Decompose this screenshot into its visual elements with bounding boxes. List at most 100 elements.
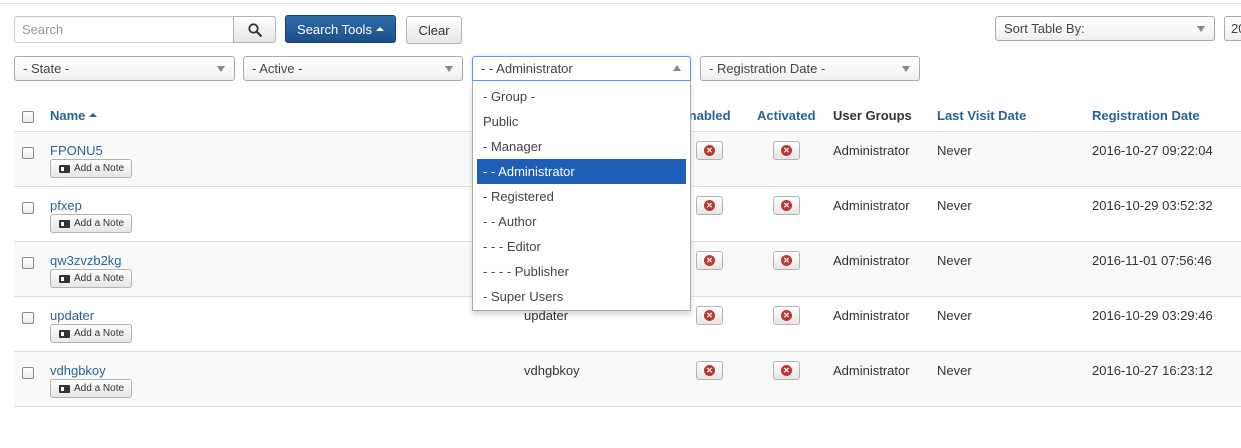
filter-active-value: - Active - xyxy=(252,61,303,76)
column-header-last-visit[interactable]: Last Visit Date xyxy=(937,108,1026,123)
clear-label: Clear xyxy=(418,22,450,38)
add-note-label: Add a Note xyxy=(74,163,125,174)
column-header-user-groups: User Groups xyxy=(833,108,912,123)
column-header-name[interactable]: Name xyxy=(50,108,98,123)
close-icon: ✕ xyxy=(704,365,715,376)
activated-toggle[interactable]: ✕ xyxy=(773,196,800,215)
user-group-cell: Administrator xyxy=(833,253,910,268)
column-header-activated[interactable]: Activated xyxy=(757,108,816,123)
add-note-label: Add a Note xyxy=(74,328,125,339)
add-note-button[interactable]: Add a Note xyxy=(50,269,133,288)
list-limit-select[interactable]: 20 xyxy=(1224,16,1241,41)
registration-date-cell: 2016-11-01 07:56:46 xyxy=(1092,253,1212,268)
sort-asc-icon xyxy=(89,113,98,117)
search-tools-button[interactable]: Search Tools xyxy=(285,15,396,43)
note-icon xyxy=(59,384,70,393)
activated-toggle[interactable]: ✕ xyxy=(773,141,800,160)
table-row: vdhgbkoy Add a Note vdhgbkoy ✕ ✕ Adminis… xyxy=(14,352,1241,407)
filter-active-select[interactable]: - Active - xyxy=(243,56,463,81)
activated-toggle[interactable]: ✕ xyxy=(773,361,800,380)
search-input[interactable] xyxy=(14,16,234,43)
column-header-name-label: Name xyxy=(50,108,86,123)
user-group-cell: Administrator xyxy=(833,363,910,378)
list-limit-value: 20 xyxy=(1231,21,1241,36)
close-icon: ✕ xyxy=(704,255,715,266)
row-checkbox[interactable] xyxy=(22,312,34,324)
close-icon: ✕ xyxy=(704,145,715,156)
filter-group-select[interactable]: - - Administrator xyxy=(472,56,691,81)
registration-date-cell: 2016-10-29 03:52:32 xyxy=(1092,198,1213,213)
last-visit-cell: Never xyxy=(937,363,972,378)
row-checkbox[interactable] xyxy=(22,257,34,269)
last-visit-cell: Never xyxy=(937,198,972,213)
search-icon xyxy=(247,22,262,37)
add-note-button[interactable]: Add a Note xyxy=(50,324,133,343)
chevron-up-icon xyxy=(673,65,681,71)
group-option[interactable]: - - - - Publisher xyxy=(477,259,686,284)
filter-group-value: - - Administrator xyxy=(481,61,573,76)
last-visit-cell: Never xyxy=(937,253,972,268)
search-button[interactable] xyxy=(233,16,276,43)
row-checkbox[interactable] xyxy=(22,202,34,214)
close-icon: ✕ xyxy=(704,310,715,321)
note-icon xyxy=(59,164,70,173)
filter-state-select[interactable]: - State - xyxy=(14,56,235,81)
enabled-toggle[interactable]: ✕ xyxy=(696,361,723,380)
row-checkbox[interactable] xyxy=(22,147,34,159)
enabled-toggle[interactable]: ✕ xyxy=(696,306,723,325)
group-option[interactable]: - Registered xyxy=(477,184,686,209)
group-option[interactable]: - - Author xyxy=(477,209,686,234)
chevron-down-icon xyxy=(1197,26,1205,32)
note-icon xyxy=(59,274,70,283)
user-name-link[interactable]: vdhgbkoy xyxy=(50,363,106,378)
last-visit-cell: Never xyxy=(937,308,972,323)
last-visit-cell: Never xyxy=(937,143,972,158)
activated-toggle[interactable]: ✕ xyxy=(773,306,800,325)
search-tools-label: Search Tools xyxy=(297,21,372,37)
note-icon xyxy=(59,219,70,228)
close-icon: ✕ xyxy=(781,310,792,321)
sort-table-select[interactable]: Sort Table By: xyxy=(995,16,1215,41)
add-note-label: Add a Note xyxy=(74,218,125,229)
user-name-link[interactable]: pfxep xyxy=(50,198,82,213)
activated-toggle[interactable]: ✕ xyxy=(773,251,800,270)
close-icon: ✕ xyxy=(704,200,715,211)
group-option[interactable]: - Group - xyxy=(477,84,686,109)
column-header-registration[interactable]: Registration Date xyxy=(1092,108,1200,123)
select-all-checkbox[interactable] xyxy=(22,111,34,123)
username-cell: vdhgbkoy xyxy=(524,363,580,378)
user-name-link[interactable]: updater xyxy=(50,308,94,323)
filter-registration-select[interactable]: - Registration Date - xyxy=(700,56,920,81)
row-checkbox[interactable] xyxy=(22,367,34,379)
clear-button[interactable]: Clear xyxy=(406,16,462,44)
group-option[interactable]: - - Administrator xyxy=(477,159,686,184)
filter-state-value: - State - xyxy=(23,61,70,76)
add-note-button[interactable]: Add a Note xyxy=(50,379,133,398)
user-group-cell: Administrator xyxy=(833,308,910,323)
add-note-button[interactable]: Add a Note xyxy=(50,159,133,178)
chevron-down-icon xyxy=(445,66,453,72)
group-option[interactable]: - Super Users xyxy=(477,284,686,309)
registration-date-cell: 2016-10-29 03:29:46 xyxy=(1092,308,1213,323)
user-group-cell: Administrator xyxy=(833,143,910,158)
enabled-toggle[interactable]: ✕ xyxy=(696,196,723,215)
close-icon: ✕ xyxy=(781,365,792,376)
user-name-link[interactable]: FPONU5 xyxy=(50,143,103,158)
registration-date-cell: 2016-10-27 09:22:04 xyxy=(1092,143,1213,158)
group-option[interactable]: - Manager xyxy=(477,134,686,159)
close-icon: ✕ xyxy=(781,255,792,266)
caret-up-icon xyxy=(375,27,384,31)
group-option[interactable]: - - - Editor xyxy=(477,234,686,259)
group-option[interactable]: Public xyxy=(477,109,686,134)
add-note-label: Add a Note xyxy=(74,273,125,284)
group-dropdown-menu: - Group - Public - Manager - - Administr… xyxy=(472,81,691,311)
chevron-down-icon xyxy=(902,66,910,72)
enabled-toggle[interactable]: ✕ xyxy=(696,141,723,160)
enabled-toggle[interactable]: ✕ xyxy=(696,251,723,270)
add-note-button[interactable]: Add a Note xyxy=(50,214,133,233)
filter-registration-value: - Registration Date - xyxy=(709,61,826,76)
sort-table-label: Sort Table By: xyxy=(1004,21,1085,36)
user-name-link[interactable]: qw3zvzb2kg xyxy=(50,253,122,268)
chevron-down-icon xyxy=(217,66,225,72)
close-icon: ✕ xyxy=(781,200,792,211)
